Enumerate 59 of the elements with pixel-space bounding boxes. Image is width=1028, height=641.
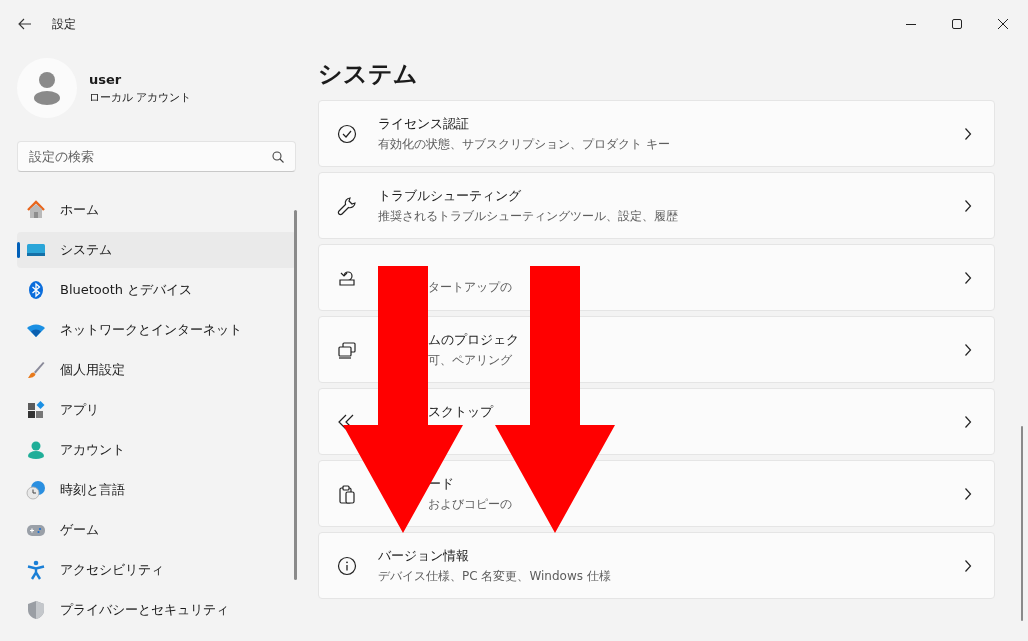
nav-item[interactable]: 個人用設定 [17,352,296,388]
card-title: スクトップ [428,402,495,421]
bluetooth-icon [26,280,46,300]
nav-item[interactable]: ホーム [17,192,296,228]
back-icon[interactable] [18,18,32,30]
nav-item[interactable]: アプリ [17,392,296,428]
person-icon [32,71,62,105]
settings-card[interactable]: ライセンス認証 有効化の状態、サブスクリプション、プロダクト キー [318,100,995,167]
clipboard-icon [337,483,357,504]
chevron-right-icon [964,342,972,357]
search-field[interactable]: 設定の検索 [17,141,296,172]
nav-item[interactable]: アクセシビリティ [17,552,296,588]
nav-item[interactable]: アカウント [17,432,296,468]
chevron-right-icon [964,414,972,429]
wrench-icon [337,195,357,216]
settings-card[interactable]: バージョン情報 デバイス仕様、PC 名変更、Windows 仕様 [318,532,995,599]
chevron-right-icon [964,270,972,285]
globe-clock-icon [26,480,46,500]
card-title: ライセンス認証 [378,114,470,133]
screens-icon [337,339,357,360]
nav-item[interactable]: ネットワークとインターネット [17,312,296,348]
nav-item[interactable]: Bluetooth とデバイス [17,272,296,308]
chevron-right-icon [964,558,972,573]
scrollbar[interactable] [294,210,297,580]
user-name: user [89,71,123,87]
scrollbar[interactable] [1021,426,1023,621]
card-description: 有効化の状態、サブスクリプション、プロダクト キー [378,135,671,153]
settings-card[interactable]: トラブルシューティング 推奨されるトラブルシューティングツール、設定、履歴 [318,172,995,239]
card-title: ムのプロジェク [428,330,520,349]
page-title: システム [318,59,419,90]
nav-item[interactable]: ゲーム [17,512,296,548]
check-circle-icon [337,123,357,144]
window-title: 設定 [52,15,76,33]
search-icon[interactable] [272,151,284,163]
card-title: バージョン情報 [378,546,470,565]
chevron-right-icon [964,486,972,501]
chevron-right-icon [964,198,972,213]
person-icon [26,440,46,460]
brush-icon [26,360,46,380]
chevron-right-icon [964,126,972,141]
card-description: タートアップの [428,279,513,296]
nav-item[interactable]: 時刻と言語 [17,472,296,508]
accessibility-icon [26,560,46,580]
card-description: およびコピーの [428,495,513,513]
maximize-icon[interactable] [952,19,962,29]
apps-icon [26,400,46,420]
card-description: デバイス仕様、PC 名変更、Windows 仕様 [378,567,612,585]
settings-card[interactable]: タートアップの [318,244,995,311]
nav-item[interactable]: プライバシーとセキュリティ [17,592,296,628]
account-type: ローカル アカウント [89,89,192,105]
nav-item[interactable]: システム [17,232,296,268]
card-title: トラブルシューティング [378,186,522,205]
selection-indicator [17,242,20,258]
info-icon [337,555,357,576]
shield-icon [26,600,46,620]
card-description: 可、ペアリング [428,351,513,369]
card-description: 推奨されるトラブルシューティングツール、設定、履歴 [378,207,679,225]
house-icon [26,200,46,220]
close-icon[interactable] [998,19,1008,29]
